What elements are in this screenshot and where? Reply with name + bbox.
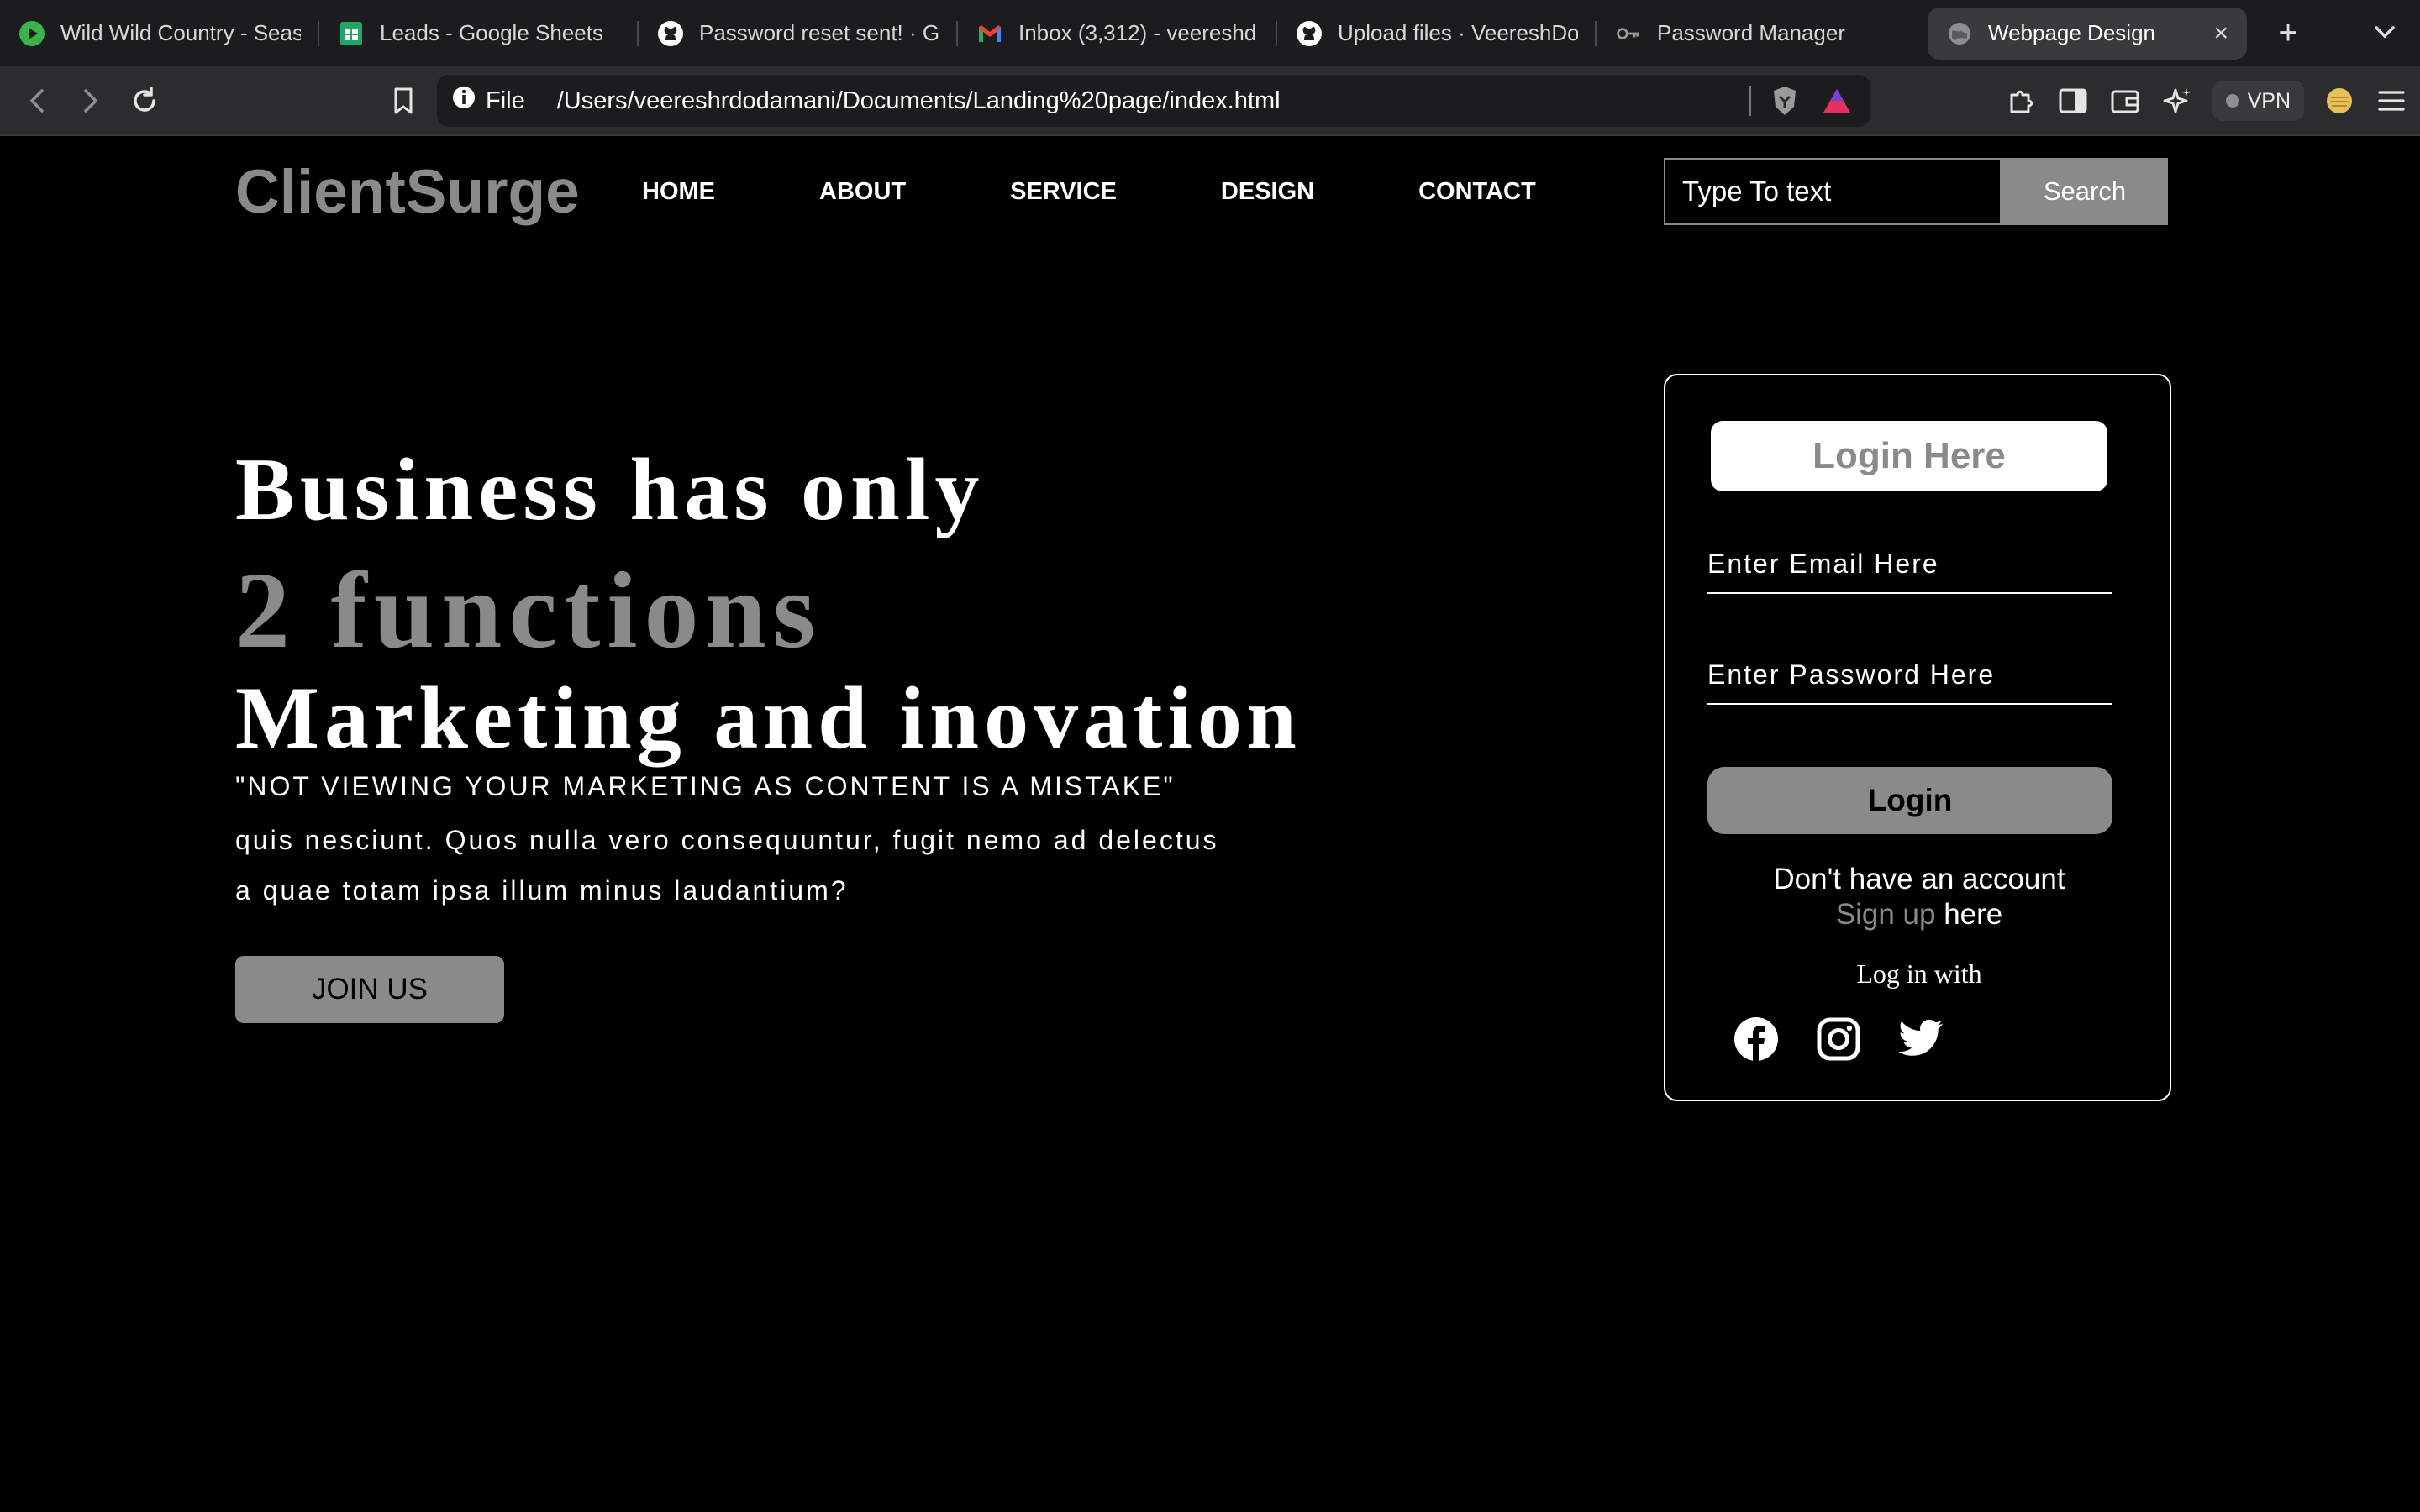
tab-title: Upload files · VeereshDo (1338, 20, 1578, 45)
login-button[interactable]: Login (1707, 767, 2112, 834)
bookmark-button[interactable] (380, 77, 427, 124)
wallet-icon[interactable] (2108, 84, 2142, 118)
hero-headline-line1: Business has only (235, 440, 985, 538)
reload-button[interactable] (121, 77, 168, 124)
tab-title: Wild Wild Country - Seas (60, 20, 301, 45)
address-bar[interactable]: File /Users/veereshrdodamani/Documents/L… (437, 75, 1870, 127)
login-title: Login Here (1711, 421, 2107, 491)
twitter-icon[interactable] (1897, 1016, 1944, 1063)
search-button[interactable]: Search (2002, 158, 2168, 225)
forward-button[interactable] (67, 77, 114, 124)
email-field[interactable]: Enter Email Here (1707, 535, 2112, 594)
new-tab-button[interactable]: + (2262, 8, 2314, 60)
vpn-button[interactable]: VPN (2212, 81, 2304, 121)
tab-upload-files[interactable]: Upload files · VeereshDo (1277, 8, 1597, 60)
tab-gmail-inbox[interactable]: Inbox (3,312) - veereshd (958, 8, 1277, 60)
brave-rewards-icon[interactable] (1818, 82, 1855, 119)
toolbar-actions: VPN (2004, 76, 2408, 126)
hero-quote: "NOT VIEWING YOUR MARKETING AS CONTENT I… (235, 771, 1176, 801)
join-us-button[interactable]: JOIN US (235, 956, 504, 1023)
social-login-row (1733, 1016, 1944, 1063)
nav-contact[interactable]: CONTACT (1418, 178, 1536, 206)
site-logo[interactable]: ClientSurge (235, 157, 580, 227)
hero-description: quis nesciunt. Quos nulla vero consequun… (235, 815, 1244, 916)
tab-leads-sheets[interactable]: Leads - Google Sheets (319, 8, 639, 60)
hero-description-line2: a quae totam ipsa illum minus laudantium… (235, 875, 849, 906)
signup-here-link[interactable]: here (1944, 898, 2002, 931)
close-icon[interactable]: × (2213, 19, 2228, 48)
tab-webpage-design[interactable]: Webpage Design × (1928, 7, 2247, 60)
signup-row: Sign up here (1665, 898, 2173, 932)
search-input[interactable]: Type To text (1664, 158, 2002, 225)
sheets-icon (338, 20, 365, 47)
password-field[interactable]: Enter Password Here (1707, 646, 2112, 705)
tab-wild-wild-country[interactable]: Wild Wild Country - Seas (0, 8, 319, 60)
vpn-status-icon (2225, 94, 2239, 108)
nav-service[interactable]: SERVICE (1010, 178, 1117, 206)
hero-headline-line3: Marketing and inovation (235, 669, 1302, 767)
gmail-icon (976, 20, 1003, 47)
rewards-coin-icon[interactable] (2323, 84, 2356, 118)
github-icon (1296, 20, 1323, 47)
tab-bar: Wild Wild Country - Seas Leads - Google … (0, 0, 2420, 66)
tab-title: Webpage Design (1988, 20, 2155, 45)
hero-headline-line2: 2 functions (235, 550, 823, 671)
nav-design[interactable]: DESIGN (1221, 178, 1314, 206)
facebook-icon[interactable] (1733, 1016, 1780, 1063)
nav-home[interactable]: HOME (642, 178, 715, 206)
hero-description-line1: quis nesciunt. Quos nulla vero consequun… (235, 825, 1219, 855)
sidebar-icon[interactable] (2056, 84, 2090, 118)
login-card: Login Here Enter Email Here Enter Passwo… (1664, 374, 2171, 1101)
url-text[interactable]: /Users/veereshrdodamani/Documents/Landin… (557, 87, 1734, 115)
tab-title: Password reset sent! · Gi (699, 20, 939, 45)
tab-title: Password Manager (1657, 20, 1845, 45)
extensions-icon[interactable] (2004, 84, 2038, 118)
no-account-text: Don't have an account (1773, 863, 2065, 895)
vpn-label: VPN (2247, 88, 2291, 113)
page-viewport: ClientSurge HOME ABOUT SERVICE DESIGN CO… (0, 136, 2420, 1512)
chevron-down-icon[interactable] (2370, 17, 2400, 47)
address-divider (1749, 86, 1751, 116)
play-icon (18, 20, 45, 47)
brave-shield-icon[interactable] (1766, 82, 1803, 119)
instagram-icon[interactable] (1815, 1016, 1862, 1063)
nav-about[interactable]: ABOUT (819, 178, 906, 206)
browser-toolbar: File /Users/veereshrdodamani/Documents/L… (0, 66, 2420, 135)
back-button[interactable] (13, 77, 60, 124)
signup-link[interactable]: Sign up (1836, 898, 1936, 931)
site-info[interactable]: File (452, 86, 525, 116)
key-icon (1615, 20, 1642, 47)
tab-password-reset[interactable]: Password reset sent! · Gi (639, 8, 958, 60)
login-with-text: Log in with (1856, 958, 1982, 989)
main-nav: HOME ABOUT SERVICE DESIGN CONTACT (642, 178, 1536, 206)
leo-ai-icon[interactable] (2160, 84, 2194, 118)
github-icon (657, 20, 684, 47)
globe-icon (1946, 20, 1973, 47)
scheme-label: File (486, 87, 525, 114)
info-icon (452, 86, 476, 116)
tab-title: Inbox (3,312) - veereshd (1018, 20, 1257, 45)
menu-icon[interactable] (2375, 84, 2408, 118)
tab-title: Leads - Google Sheets (380, 20, 603, 45)
tab-password-manager[interactable]: Password Manager (1597, 8, 1916, 60)
